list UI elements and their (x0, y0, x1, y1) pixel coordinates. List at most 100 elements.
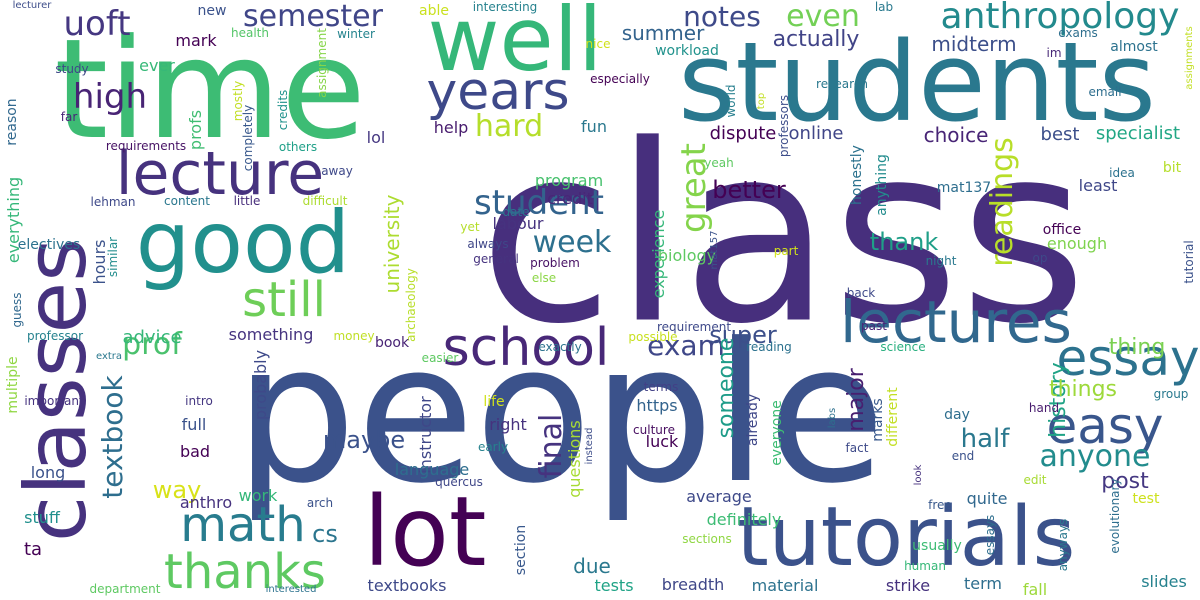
word: human (904, 559, 946, 573)
word: fact (845, 441, 869, 455)
word: able (419, 3, 449, 19)
word: strike (885, 576, 931, 595)
word: almost (1110, 39, 1158, 55)
word: tests (594, 576, 634, 595)
word: fall (1022, 580, 1048, 599)
word: far (60, 110, 78, 124)
word: high (72, 77, 148, 117)
word: labs (827, 407, 838, 429)
word: anyways (1056, 518, 1070, 572)
word: winter (337, 27, 375, 41)
word: enough (1046, 234, 1108, 253)
word: week (532, 225, 612, 260)
word: difficult (302, 194, 348, 208)
word: end (951, 449, 975, 463)
word: tutorial (1182, 240, 1196, 284)
word: probably (251, 349, 270, 421)
word: right (489, 415, 527, 434)
word: problem (530, 256, 580, 270)
word: slides (1141, 572, 1187, 591)
word: department (89, 582, 161, 596)
word: night (925, 254, 957, 268)
word: definitely (706, 510, 782, 529)
word: mat137 (936, 180, 992, 196)
word: always (467, 237, 509, 251)
word: experience (649, 209, 668, 299)
word: yet (460, 220, 480, 234)
word: early (477, 440, 509, 454)
word: anyone (1039, 439, 1151, 474)
word: instead (584, 427, 595, 465)
word: breadth (661, 575, 725, 594)
word: lol (366, 128, 386, 147)
word: mat157 (709, 230, 720, 270)
word: usually (912, 538, 962, 554)
word: major (844, 368, 869, 432)
word: free (928, 498, 952, 512)
word: quercus (435, 475, 483, 489)
word: program (534, 171, 604, 190)
word: marks (870, 398, 886, 442)
word: midterm (931, 32, 1017, 56)
word: op (1032, 251, 1048, 265)
word: things (1048, 377, 1118, 402)
word: credits (276, 89, 290, 131)
word: research (816, 77, 868, 91)
word: section (513, 524, 529, 576)
word: readings (985, 137, 1020, 267)
word: group (1153, 387, 1189, 401)
word: life (483, 394, 505, 410)
word: stuff (24, 508, 60, 527)
word: university (380, 194, 404, 294)
word: interesting (472, 0, 538, 14)
word: choice (923, 123, 989, 147)
word: content (164, 194, 210, 208)
word: edit (1023, 473, 1047, 487)
word: average (686, 487, 752, 506)
word: evolutionary (1108, 478, 1122, 554)
word: lab (874, 0, 894, 14)
word: term (964, 574, 1002, 593)
word: uoft (63, 4, 131, 44)
word: exactly (538, 340, 582, 354)
word: hand (1028, 401, 1060, 415)
word: intro (185, 394, 213, 408)
word: electives (17, 237, 81, 253)
word: date (502, 205, 530, 219)
word: actually (772, 27, 860, 52)
word: different (885, 387, 901, 447)
word: similar (106, 236, 120, 278)
word: lot (363, 476, 487, 588)
word: arch (306, 496, 334, 510)
word: least (1078, 176, 1118, 195)
word: summer (621, 21, 705, 45)
word: top (756, 92, 767, 110)
word: look (913, 464, 924, 486)
word: easier (421, 351, 459, 365)
word: long (30, 463, 66, 482)
word: better (712, 176, 786, 204)
word: professors (777, 94, 791, 158)
word: material (751, 576, 819, 595)
word: due (573, 554, 611, 578)
word-cloud: class people students time well classes … (0, 0, 1200, 600)
word: part (773, 244, 799, 258)
word: nice (585, 37, 611, 51)
word: classes (7, 238, 105, 542)
word: past (861, 319, 887, 333)
word: health (231, 26, 269, 40)
word: money (333, 329, 375, 343)
word: test (1132, 491, 1160, 507)
word: workload (655, 43, 719, 59)
word: interested (265, 584, 317, 595)
word: mostly (231, 80, 245, 122)
word: bit (1162, 160, 1182, 176)
word: else (531, 271, 557, 285)
word: reading (746, 340, 792, 354)
word: everyone (769, 400, 785, 466)
word: others (278, 140, 318, 154)
word: mark (175, 31, 217, 50)
word: terms (643, 380, 679, 394)
word: school (442, 318, 610, 378)
word: especially (590, 72, 650, 86)
